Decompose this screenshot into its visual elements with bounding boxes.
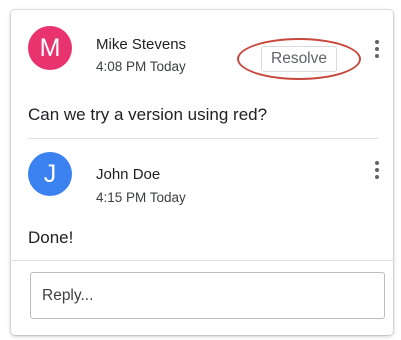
avatar: M: [28, 26, 72, 70]
reply-input[interactable]: [30, 272, 385, 319]
comment-timestamp: 4:15 PM Today: [96, 190, 186, 205]
comment-author: John Doe: [96, 166, 161, 183]
comment-timestamp: 4:08 PM Today: [96, 59, 186, 74]
avatar: J: [28, 152, 72, 196]
comment-author: Mike Stevens: [96, 36, 187, 53]
comment-thread-card: M Mike Stevens 4:08 PM Today Resolve Can…: [11, 10, 393, 335]
divider: [28, 138, 378, 139]
resolve-button[interactable]: Resolve: [237, 38, 361, 80]
divider: [11, 260, 393, 261]
comment-text: Done!: [28, 228, 74, 247]
resolve-button-label: Resolve: [261, 46, 337, 72]
comment-text: Can we try a version using red?: [28, 105, 268, 124]
more-vert-icon[interactable]: [372, 161, 382, 179]
more-vert-icon[interactable]: [372, 40, 382, 58]
